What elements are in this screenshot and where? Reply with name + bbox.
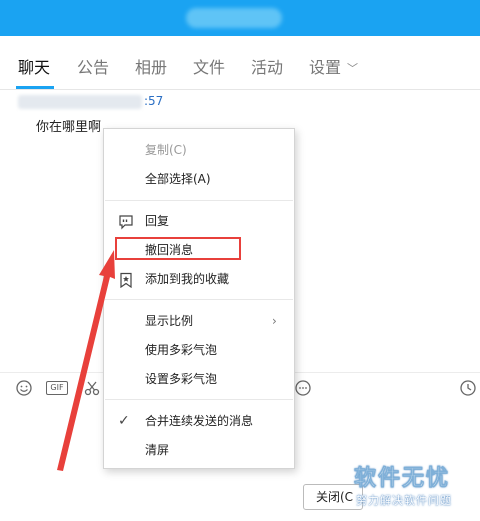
menu-item-merge-messages-label: 合并连续发送的消息 <box>145 414 254 428</box>
sender-name-blurred <box>18 95 142 109</box>
chevron-right-icon: › <box>272 314 277 328</box>
menu-separator <box>105 399 293 400</box>
emoji-icon[interactable] <box>15 379 33 397</box>
window-title-blurred <box>186 8 282 28</box>
tab-chat[interactable]: 聊天 <box>18 54 50 78</box>
tab-activity[interactable]: 活动 <box>251 54 283 78</box>
reply-quote-icon <box>118 213 134 230</box>
watermark-subtitle: 努力解决软件问题 <box>356 494 452 507</box>
menu-item-add-favorite[interactable]: 添加到我的收藏 <box>104 266 294 292</box>
checkmark-icon: ✓ <box>118 413 130 429</box>
message-text[interactable]: 你在哪里啊 <box>36 116 101 135</box>
menu-item-display-ratio[interactable]: 显示比例 › <box>104 308 294 334</box>
gif-icon[interactable]: GIF <box>46 381 68 395</box>
menu-item-select-all[interactable]: 全部选择(A) <box>104 166 294 192</box>
menu-item-copy[interactable]: 复制(C) <box>104 137 294 163</box>
watermark-title: 软件无忧 <box>354 466 451 492</box>
bookmark-star-icon <box>118 271 134 289</box>
menu-separator <box>105 200 293 201</box>
menu-item-display-ratio-label: 显示比例 <box>145 314 194 328</box>
active-tab-indicator <box>16 86 54 89</box>
chevron-down-icon: ﹀ <box>347 62 359 75</box>
more-icon[interactable] <box>294 379 312 397</box>
message-time: :57 <box>144 94 164 108</box>
menu-item-add-favorite-label: 添加到我的收藏 <box>145 272 230 286</box>
context-menu: 复制(C) 全部选择(A) 回复 撤回消息 添加到我的收藏 显示比例 › 使用多… <box>103 128 295 469</box>
recall-highlight-box <box>115 237 241 260</box>
tab-bar: 聊天 公告 相册 文件 活动 设置 ﹀ <box>0 36 480 90</box>
menu-item-set-bubble[interactable]: 设置多彩气泡 <box>104 366 294 392</box>
history-clock-icon[interactable] <box>459 379 477 397</box>
menu-item-clear-screen[interactable]: 清屏 <box>104 437 294 463</box>
scissors-icon[interactable] <box>83 379 101 397</box>
title-bar <box>0 0 480 36</box>
menu-item-merge-messages[interactable]: ✓ 合并连续发送的消息 <box>104 408 294 434</box>
watermark: 软件无忧 努力解决软件问题 <box>348 454 478 516</box>
tab-files[interactable]: 文件 <box>193 54 225 78</box>
message-header: :57 <box>18 94 164 110</box>
menu-item-use-bubble[interactable]: 使用多彩气泡 <box>104 337 294 363</box>
menu-item-reply-label: 回复 <box>145 214 170 228</box>
tab-settings-label: 设置 <box>309 58 342 77</box>
menu-separator <box>105 299 293 300</box>
menu-item-reply[interactable]: 回复 <box>104 208 294 234</box>
tab-announcement[interactable]: 公告 <box>77 54 109 78</box>
tab-settings[interactable]: 设置 ﹀ <box>309 54 358 78</box>
tab-album[interactable]: 相册 <box>135 54 167 78</box>
